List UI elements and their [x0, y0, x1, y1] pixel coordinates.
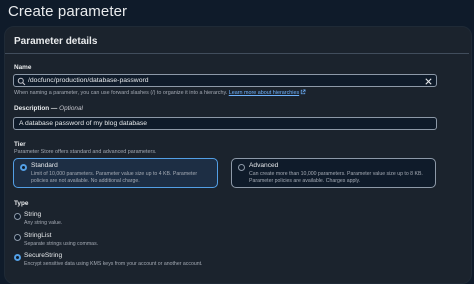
close-icon[interactable] — [424, 77, 433, 86]
page-title: Create parameter — [8, 3, 128, 20]
name-input[interactable]: /docfunc/production/database-password — [13, 74, 437, 87]
type-securestring-description: Encrypt sensitive data using KMS keys fr… — [24, 261, 203, 267]
type-string-radio[interactable] — [14, 213, 21, 220]
tier-advanced-description: Can create more than 10,000 parameters. … — [249, 171, 423, 184]
tier-label: Tier — [14, 141, 26, 148]
type-string-description: Any string value. — [24, 220, 63, 226]
tier-advanced-title: Advanced — [249, 162, 279, 169]
tier-standard-radio[interactable] — [20, 164, 27, 171]
name-label: Name — [14, 64, 32, 71]
name-hint-text: When naming a parameter, you can use for… — [14, 90, 228, 96]
description-input-value: A database password of my blog database — [19, 120, 148, 127]
search-icon — [17, 77, 26, 86]
optional-tag: Optional — [59, 105, 83, 112]
learn-more-link-text: Learn more about hierarchies — [228, 90, 300, 96]
name-input-value: /docfunc/production/database-password — [28, 77, 149, 84]
tier-standard-tile[interactable]: Standard Limit of 10,000 parameters. Par… — [13, 158, 218, 188]
type-string-title: String — [24, 211, 42, 218]
type-stringlist-radio[interactable] — [14, 234, 21, 241]
tier-hint: Parameter Store offers standard and adva… — [14, 149, 157, 155]
tier-advanced-radio[interactable] — [238, 164, 245, 171]
type-stringlist-description: Separate strings using commas. — [24, 241, 99, 247]
divider — [5, 53, 469, 54]
type-label: Type — [14, 200, 29, 207]
tier-advanced-tile[interactable]: Advanced Can create more than 10,000 par… — [231, 158, 436, 188]
tier-standard-description: Limit of 10,000 parameters. Parameter va… — [31, 171, 198, 184]
tier-standard-title: Standard — [31, 162, 58, 169]
description-label-text: Description — — [14, 105, 58, 112]
type-securestring-title: SecureString — [24, 252, 63, 259]
external-link-icon — [300, 89, 306, 95]
type-securestring-radio[interactable] — [14, 254, 21, 261]
description-label: Description — Optional — [14, 105, 83, 112]
description-input[interactable]: A database password of my blog database — [13, 117, 437, 130]
type-stringlist-title: StringList — [24, 232, 52, 239]
name-hint: When naming a parameter, you can use for… — [14, 89, 306, 96]
learn-more-link[interactable]: Learn more about hierarchies — [228, 89, 306, 96]
panel-header: Parameter details — [14, 36, 98, 47]
